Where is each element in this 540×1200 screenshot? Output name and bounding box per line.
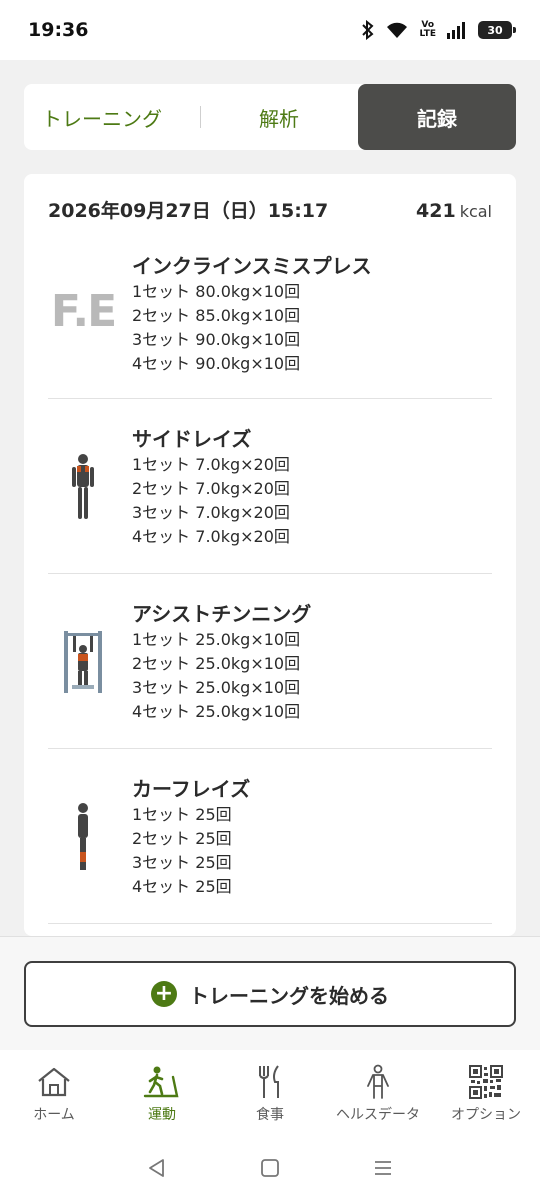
segment-tabs: トレーニング 解析 記録 — [24, 84, 516, 150]
set-row: 2セット 85.0kg×10回 — [132, 306, 301, 325]
set-row: 1セット 25回 — [132, 805, 232, 824]
bluetooth-icon — [361, 20, 375, 40]
start-training-button[interactable]: + トレーニングを始める — [24, 961, 516, 1027]
exercise-sets: 1セット 25.0kg×10回 2セット 25.0kg×10回 3セット 25.… — [132, 628, 300, 724]
nav-label-home: ホーム — [33, 1107, 75, 1123]
set-row: 2セット 25回 — [132, 829, 232, 848]
nav-item-options[interactable]: オプション — [432, 1050, 540, 1140]
bottom-nav: ホーム 運動 食事 ヘルスデータ オプション — [0, 1050, 540, 1140]
assisted-chinup-figure-icon — [48, 574, 118, 749]
exercise-item[interactable]: アシストチンニング 1セット 25.0kg×10回 2セット 25.0kg×10… — [48, 574, 492, 749]
exercise-sets: 1セット 25回 2セット 25回 3セット 25回 4セット 25回 — [132, 803, 232, 899]
battery-icon: 30 — [478, 21, 516, 39]
exercise-name: アシストチンニング — [132, 602, 312, 626]
set-row: 3セット 90.0kg×10回 — [132, 330, 301, 349]
exercise-name: カーフレイズ — [132, 777, 251, 801]
exercise-name: インクラインスミスプレス — [132, 254, 372, 278]
set-row: 1セット 80.0kg×10回 — [132, 282, 301, 301]
tab-analysis[interactable]: 解析 — [200, 84, 358, 150]
set-row: 3セット 7.0kg×20回 — [132, 503, 290, 522]
walking-icon — [143, 1064, 181, 1100]
home-square-icon[interactable] — [260, 1158, 280, 1182]
exercise-item[interactable]: F.E インクラインスミスプレス 1セット 80.0kg×10回 2セット 85… — [48, 224, 492, 399]
exercise-sets: 1セット 7.0kg×20回 2セット 7.0kg×20回 3セット 7.0kg… — [132, 453, 290, 549]
start-training-area: + トレーニングを始める — [0, 936, 540, 1050]
record-date: 2026年09月27日（日）15:17 — [48, 200, 329, 222]
start-training-label: トレーニングを始める — [189, 983, 389, 1008]
side-raise-figure-icon — [48, 399, 118, 574]
qr-code-icon — [469, 1064, 503, 1100]
signal-icon — [446, 21, 468, 39]
record-card: 2026年09月27日（日）15:17 421 kcal F.E インクラインスミ… — [24, 174, 516, 936]
tab-record[interactable]: 記録 — [358, 84, 516, 150]
tab-training[interactable]: トレーニング — [24, 84, 200, 150]
set-row: 4セット 90.0kg×10回 — [132, 354, 301, 373]
tab-training-label: トレーニング — [42, 106, 162, 131]
home-icon — [36, 1064, 72, 1100]
set-row: 4セット 25回 — [132, 877, 232, 896]
wifi-icon — [385, 20, 409, 40]
exercise-name: サイドレイズ — [132, 427, 252, 451]
kcal-unit: kcal — [459, 202, 492, 221]
fe-logo-text: F.E — [50, 286, 117, 337]
recents-menu-icon[interactable] — [373, 1158, 393, 1182]
calf-raise-figure-icon — [48, 749, 118, 924]
nav-label-exercise: 運動 — [148, 1107, 176, 1123]
back-icon[interactable] — [147, 1158, 167, 1182]
nav-item-exercise[interactable]: 運動 — [108, 1050, 216, 1140]
nav-label-meal: 食事 — [256, 1107, 284, 1123]
set-row: 2セット 7.0kg×20回 — [132, 479, 290, 498]
volte-bottom-text: LTE — [419, 29, 436, 39]
set-row: 4セット 25.0kg×10回 — [132, 702, 301, 721]
fork-knife-icon — [255, 1064, 285, 1100]
set-row: 3セット 25.0kg×10回 — [132, 678, 301, 697]
tab-record-label: 記録 — [417, 106, 457, 131]
set-row: 2セット 25.0kg×10回 — [132, 654, 301, 673]
person-icon — [364, 1064, 392, 1100]
nav-label-options: オプション — [451, 1107, 521, 1123]
system-nav-bar — [0, 1140, 540, 1200]
status-icons: Vo LTE 30 — [361, 20, 516, 40]
set-row: 1セット 25.0kg×10回 — [132, 630, 301, 649]
exercise-item[interactable]: サイドレイズ 1セット 7.0kg×20回 2セット 7.0kg×20回 3セッ… — [48, 399, 492, 574]
set-row: 3セット 25回 — [132, 853, 232, 872]
set-row: 4セット 7.0kg×20回 — [132, 527, 290, 546]
exercise-item[interactable]: カーフレイズ 1セット 25回 2セット 25回 3セット 25回 4セット 2… — [48, 749, 492, 924]
exercise-sets: 1セット 80.0kg×10回 2セット 85.0kg×10回 3セット 90.… — [132, 280, 300, 376]
volte-icon: Vo LTE — [419, 21, 436, 39]
tab-analysis-label: 解析 — [259, 106, 299, 131]
nav-label-health-data: ヘルスデータ — [336, 1107, 420, 1123]
fe-logo: F.E — [48, 224, 118, 399]
nav-item-health-data[interactable]: ヘルスデータ — [324, 1050, 432, 1140]
nav-item-meal[interactable]: 食事 — [216, 1050, 324, 1140]
status-bar: 19:36 Vo LTE 30 — [0, 0, 540, 60]
status-time: 19:36 — [28, 19, 89, 41]
nav-item-home[interactable]: ホーム — [0, 1050, 108, 1140]
kcal-value: 421 — [416, 200, 456, 222]
set-row: 1セット 7.0kg×20回 — [132, 455, 290, 474]
kcal-display: 421 kcal — [416, 200, 492, 222]
record-header: 2026年09月27日（日）15:17 421 kcal — [48, 196, 492, 223]
plus-circle-icon: + — [151, 981, 177, 1007]
